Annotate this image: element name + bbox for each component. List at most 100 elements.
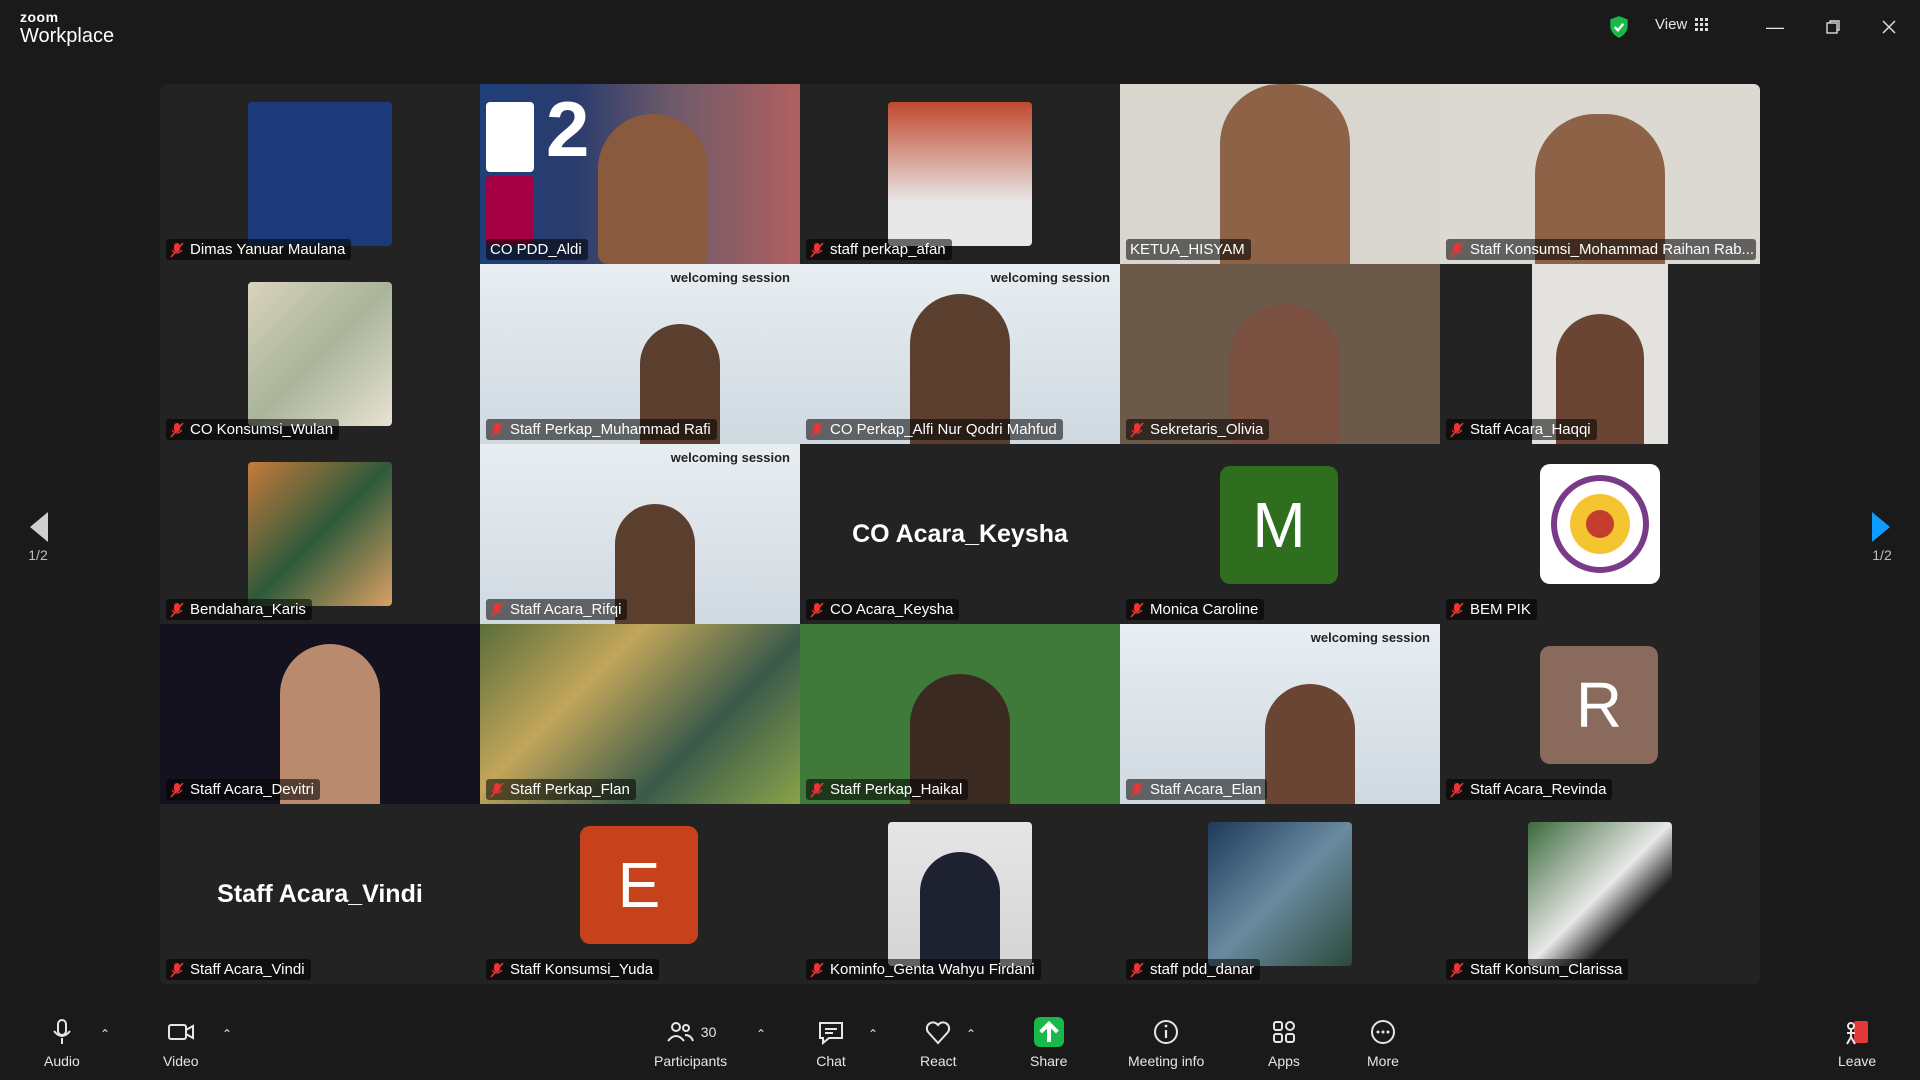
participant-tile[interactable]: E Staff Konsumsi_Yuda — [480, 804, 800, 984]
participant-tile[interactable]: Dimas Yanuar Maulana — [160, 84, 480, 264]
participant-tile[interactable]: Staff Konsumsi_Mohammad Raihan Rab... — [1440, 84, 1760, 264]
view-button[interactable]: View — [1655, 16, 1709, 33]
participant-name: Staff Acara_Revinda — [1470, 781, 1607, 798]
participant-name: CO Konsumsi_Wulan — [190, 421, 334, 438]
participant-tile[interactable]: Staff Acara_Vindi Staff Acara_Vindi — [160, 804, 480, 984]
mic-muted-icon — [490, 781, 504, 798]
participant-tile-active-speaker[interactable]: 2 CO PDD_Aldi — [480, 84, 800, 264]
participant-name: Staff Perkap_Flan — [510, 781, 630, 798]
leave-button[interactable]: Leave — [1838, 1017, 1876, 1069]
close-icon[interactable] — [1876, 14, 1902, 40]
avatar — [248, 102, 392, 246]
participant-tile[interactable]: Staff Acara_Devitri — [160, 624, 480, 804]
participant-tile[interactable]: R Staff Acara_Revinda — [1440, 624, 1760, 804]
participant-tile[interactable]: Kominfo_Genta Wahyu Firdani — [800, 804, 1120, 984]
chat-label: Chat — [816, 1053, 846, 1069]
chat-icon — [819, 1022, 843, 1046]
mic-muted-icon — [1130, 961, 1144, 978]
microphone-icon — [53, 1019, 71, 1044]
more-button[interactable]: More — [1367, 1017, 1399, 1069]
participant-name: Staff Konsum_Clarissa — [1470, 961, 1623, 978]
participant-display-name: CO Acara_Keysha — [852, 519, 1068, 548]
participant-tile[interactable]: Staff Acara_Haqqi — [1440, 264, 1760, 444]
meeting-info-button[interactable]: Meeting info — [1128, 1017, 1204, 1069]
next-page-button[interactable]: 1/2 — [1862, 510, 1902, 563]
participant-tile[interactable]: Staff Perkap_Flan — [480, 624, 800, 804]
mic-muted-icon — [1450, 781, 1464, 798]
restore-icon[interactable] — [1820, 14, 1846, 40]
participant-tile[interactable]: welcoming session Staff Acara_Elan — [1120, 624, 1440, 804]
react-button[interactable]: React — [920, 1017, 957, 1069]
participant-name: Staff Acara_Vindi — [190, 961, 305, 978]
share-label: Share — [1030, 1053, 1068, 1069]
participant-tile[interactable]: staff perkap_afan — [800, 84, 1120, 264]
react-label: React — [920, 1053, 957, 1069]
audio-options-caret-icon[interactable]: ⌃ — [100, 1027, 110, 1041]
nameplate: Staff Perkap_Haikal — [806, 779, 969, 800]
participant-tile[interactable]: Staff Konsum_Clarissa — [1440, 804, 1760, 984]
nameplate: Monica Caroline — [1126, 599, 1265, 620]
chat-button[interactable]: Chat — [816, 1017, 846, 1069]
page-indicator-left: 1/2 — [28, 547, 48, 563]
nameplate: CO PDD_Aldi — [486, 239, 588, 260]
participant-tile[interactable]: CO Acara_Keysha CO Acara_Keysha — [800, 444, 1120, 624]
video-gallery: Dimas Yanuar Maulana 2 CO PDD_Aldi staff… — [160, 84, 1760, 984]
nameplate: Sekretaris_Olivia — [1126, 419, 1270, 440]
mic-muted-icon — [170, 421, 184, 438]
share-screen-icon — [1033, 1017, 1064, 1047]
meeting-toolbar: Audio ⌃ Video ⌃ 30 Participants ⌃ Chat ⌃… — [0, 1005, 1920, 1080]
react-options-caret-icon[interactable]: ⌃ — [966, 1027, 976, 1041]
participant-tile[interactable]: CO Konsumsi_Wulan — [160, 264, 480, 444]
avatar — [888, 102, 1032, 246]
nameplate: Kominfo_Genta Wahyu Firdani — [806, 959, 1041, 980]
participant-tile[interactable]: welcoming session Staff Perkap_Muhammad … — [480, 264, 800, 444]
participant-tile[interactable]: M Monica Caroline — [1120, 444, 1440, 624]
participants-options-caret-icon[interactable]: ⌃ — [756, 1027, 766, 1041]
participant-tile[interactable]: KETUA_HISYAM — [1120, 84, 1440, 264]
nameplate: Staff Acara_Elan — [1126, 779, 1268, 800]
shield-icon[interactable] — [1606, 14, 1632, 40]
participant-tile[interactable]: welcoming session CO Perkap_Alfi Nur Qod… — [800, 264, 1120, 444]
participant-name: staff perkap_afan — [830, 241, 946, 258]
mic-muted-icon — [810, 421, 824, 438]
person-silhouette — [920, 852, 1000, 966]
chat-options-caret-icon[interactable]: ⌃ — [868, 1027, 878, 1041]
participant-tile[interactable]: staff pdd_danar — [1120, 804, 1440, 984]
video-options-caret-icon[interactable]: ⌃ — [222, 1027, 232, 1041]
participant-name: Sekretaris_Olivia — [1150, 421, 1264, 438]
nameplate: Dimas Yanuar Maulana — [166, 239, 352, 260]
title-bar: zoom Workplace View — — [0, 0, 1920, 55]
video-button[interactable]: Video — [163, 1017, 199, 1069]
previous-page-button[interactable]: 1/2 — [18, 510, 58, 563]
video-feed — [1532, 264, 1668, 444]
participant-tile[interactable]: Bendahara_Karis — [160, 444, 480, 624]
apps-button[interactable]: Apps — [1268, 1017, 1300, 1069]
nameplate: Staff Konsum_Clarissa — [1446, 959, 1629, 980]
share-button[interactable]: Share — [1030, 1017, 1067, 1069]
nameplate: Staff Konsumsi_Yuda — [486, 959, 660, 980]
participant-name: staff pdd_danar — [1150, 961, 1254, 978]
participant-tile[interactable]: BEM PIK — [1440, 444, 1760, 624]
nameplate: Staff Acara_Revinda — [1446, 779, 1613, 800]
more-icon — [1370, 1020, 1395, 1044]
participant-name: BEM PIK — [1470, 601, 1531, 618]
participants-button[interactable]: 30 Participants — [654, 1017, 727, 1069]
audio-button[interactable]: Audio — [44, 1017, 80, 1069]
avatar — [1208, 822, 1352, 966]
mic-muted-icon — [1130, 421, 1144, 438]
mic-muted-icon — [810, 961, 824, 978]
mic-muted-icon — [1450, 421, 1464, 438]
participant-name: Dimas Yanuar Maulana — [190, 241, 346, 258]
participant-name: Staff Acara_Elan — [1150, 781, 1262, 798]
heart-icon — [926, 1021, 951, 1045]
mic-muted-icon — [490, 421, 504, 438]
chevron-right-icon — [1872, 512, 1890, 542]
participant-name: Monica Caroline — [1150, 601, 1259, 618]
nameplate: Staff Acara_Vindi — [166, 959, 311, 980]
participant-tile[interactable]: Sekretaris_Olivia — [1120, 264, 1440, 444]
participant-name: KETUA_HISYAM — [1130, 241, 1245, 258]
nameplate: Staff Perkap_Muhammad Rafi — [486, 419, 717, 440]
participant-tile[interactable]: Staff Perkap_Haikal — [800, 624, 1120, 804]
participant-tile[interactable]: welcoming session Staff Acara_Rifqi — [480, 444, 800, 624]
minimize-icon[interactable]: — — [1762, 14, 1788, 40]
